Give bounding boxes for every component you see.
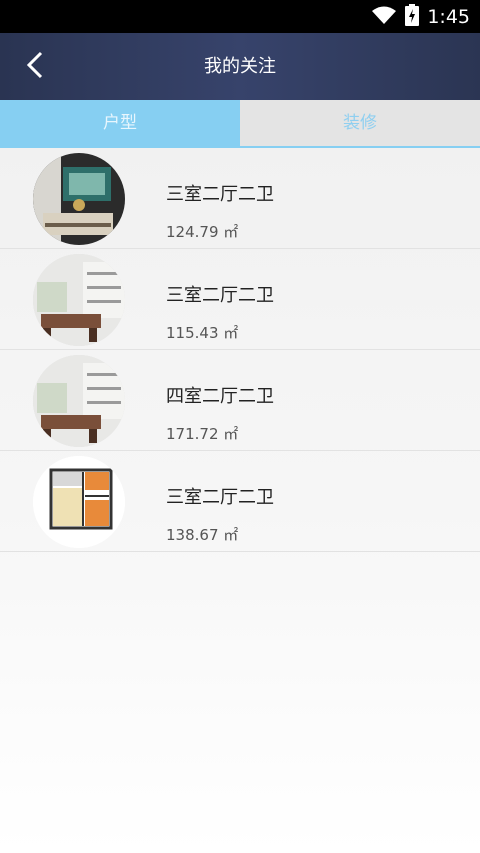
tab-floor-plan[interactable]: 户型 [0,100,240,146]
tab-decoration[interactable]: 装修 [240,100,480,146]
dining-room-thumbnail [33,355,125,447]
status-icons: 1:45 [371,0,470,33]
floor-plan-thumbnail [33,456,125,548]
list-item[interactable]: 四室二厅二卫 171.72 ㎡ [0,350,480,451]
dining-room-thumbnail [33,254,125,346]
list-item[interactable]: 三室二厅二卫 115.43 ㎡ [0,249,480,350]
tab-bar: 户型 装修 [0,100,480,148]
item-title: 四室二厅二卫 [166,386,274,407]
item-title: 三室二厅二卫 [166,184,274,205]
page-title: 我的关注 [204,56,276,77]
list-item[interactable]: 三室二厅二卫 124.79 ㎡ [0,148,480,249]
chevron-left-icon [26,50,44,84]
item-area: 171.72 ㎡ [166,425,239,443]
dining-room-thumbnail [33,153,125,245]
wifi-icon [371,5,397,29]
favorites-list: 三室二厅二卫 124.79 ㎡ 三室二厅二卫 115.43 ㎡ 四室二厅二卫 1… [0,148,480,552]
battery-icon [405,3,420,30]
item-title: 三室二厅二卫 [166,487,274,508]
item-title: 三室二厅二卫 [166,285,274,306]
item-area: 138.67 ㎡ [166,526,239,544]
status-bar: 1:45 [0,0,480,33]
item-area: 124.79 ㎡ [166,223,239,241]
list-item[interactable]: 三室二厅二卫 138.67 ㎡ [0,451,480,552]
back-button[interactable] [20,49,50,85]
header: 我的关注 [0,33,480,100]
status-time: 1:45 [427,5,470,28]
item-area: 115.43 ㎡ [166,324,239,342]
